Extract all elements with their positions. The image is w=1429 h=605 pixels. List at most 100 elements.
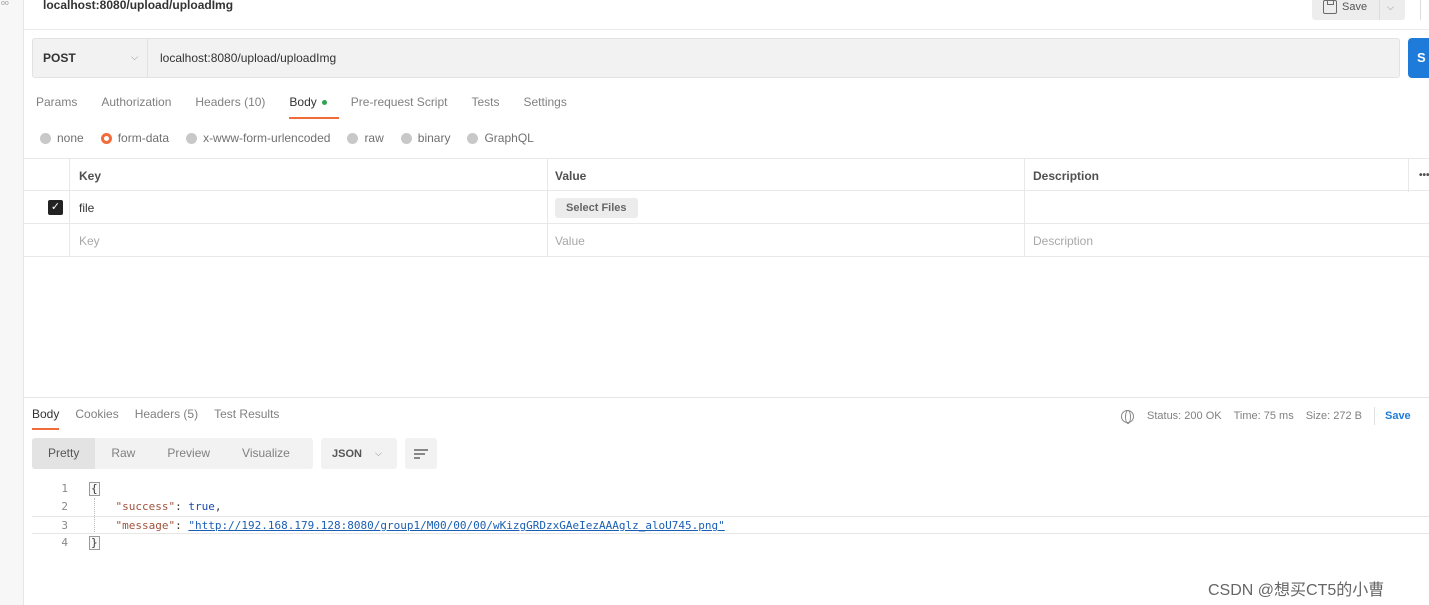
request-tabs: Params Authorization Headers (10) Body P… bbox=[36, 95, 591, 119]
radio-label: form-data bbox=[117, 131, 170, 145]
radio-circle-selected bbox=[100, 132, 112, 144]
response-size[interactable]: Size: 272 B bbox=[1306, 410, 1362, 422]
view-tab-raw[interactable]: Raw bbox=[95, 438, 151, 469]
line-number: 2 bbox=[61, 500, 68, 513]
header-value: Value bbox=[547, 159, 1024, 192]
wrap-icon bbox=[414, 457, 420, 459]
radio-x-www-form-urlencoded[interactable]: x-www-form-urlencoded bbox=[186, 131, 330, 145]
code-line: 2 "success": true, bbox=[32, 498, 1429, 516]
method-label: POST bbox=[43, 51, 76, 65]
floppy-icon bbox=[1323, 0, 1337, 14]
code-text: { bbox=[89, 480, 100, 498]
select-files-button[interactable]: Select Files bbox=[555, 197, 638, 218]
radio-label: x-www-form-urlencoded bbox=[203, 131, 331, 145]
table-row: ✓ file Select Files bbox=[24, 191, 1429, 224]
radio-circle bbox=[186, 132, 198, 144]
save-divider bbox=[1379, 0, 1381, 20]
json-key: "message" bbox=[115, 519, 176, 532]
row-check-cell: ✓ bbox=[24, 191, 69, 224]
radio-graphql[interactable]: GraphQL bbox=[467, 131, 534, 145]
tab-settings[interactable]: Settings bbox=[524, 95, 567, 119]
new-value-input[interactable]: Value bbox=[547, 224, 1024, 257]
radio-circle bbox=[400, 132, 412, 144]
code-text: "success": true, bbox=[115, 500, 222, 513]
response-tab-body[interactable]: Body bbox=[32, 407, 60, 430]
radio-binary[interactable]: binary bbox=[400, 131, 451, 145]
view-tab-visualize[interactable]: Visualize bbox=[226, 438, 306, 469]
line-number: 1 bbox=[61, 482, 68, 495]
code-line: 4 } bbox=[32, 534, 1429, 552]
chevron-down-icon[interactable]: ⌵ bbox=[1387, 2, 1394, 13]
tab-pre-request-script[interactable]: Pre-request Script bbox=[351, 95, 448, 119]
body-indicator-dot bbox=[321, 100, 327, 106]
tab-authorization[interactable]: Authorization bbox=[101, 95, 171, 119]
send-button[interactable]: S bbox=[1408, 38, 1429, 78]
header-description: Description bbox=[1024, 159, 1408, 192]
format-label: JSON bbox=[332, 447, 362, 460]
close-brace: } bbox=[89, 536, 100, 550]
globe-icon[interactable] bbox=[1121, 409, 1134, 424]
chevron-down-icon: ⌵ bbox=[374, 448, 382, 458]
status-divider bbox=[1373, 407, 1375, 425]
more-options-icon[interactable]: ••• bbox=[1408, 159, 1429, 192]
left-rail-label: oo bbox=[1, 0, 9, 7]
radio-raw[interactable]: raw bbox=[347, 131, 384, 145]
method-select[interactable]: POST ⌵ bbox=[33, 39, 148, 77]
radio-label: none bbox=[57, 131, 84, 145]
empty-check-cell bbox=[24, 224, 69, 257]
wrap-icon bbox=[414, 449, 428, 451]
code-line: 1 { bbox=[32, 480, 1429, 498]
tab-body[interactable]: Body bbox=[289, 95, 340, 119]
response-divider[interactable] bbox=[24, 397, 1429, 398]
status-code[interactable]: Status: 200 OK bbox=[1147, 410, 1222, 422]
radio-label: binary bbox=[417, 131, 451, 145]
response-time[interactable]: Time: 75 ms bbox=[1234, 410, 1294, 422]
header-check-cell bbox=[24, 159, 69, 192]
row-key-cell[interactable]: file bbox=[69, 191, 547, 224]
row-checkbox[interactable]: ✓ bbox=[48, 200, 63, 215]
radio-label: raw bbox=[364, 131, 384, 145]
response-tab-test-results[interactable]: Test Results bbox=[214, 407, 279, 430]
request-name[interactable]: localhost:8080/upload/uploadImg bbox=[43, 0, 233, 12]
tab-tests[interactable]: Tests bbox=[471, 95, 499, 119]
row-key: file bbox=[79, 200, 95, 215]
view-tab-preview[interactable]: Preview bbox=[151, 438, 226, 469]
json-url-link[interactable]: "http://192.168.179.128:8080/group1/M00/… bbox=[188, 519, 724, 532]
radio-label: GraphQL bbox=[484, 131, 534, 145]
chevron-down-icon: ⌵ bbox=[131, 52, 138, 62]
response-tab-cookies[interactable]: Cookies bbox=[75, 407, 118, 430]
body-type-radios: none form-data x-www-form-urlencoded raw… bbox=[40, 131, 551, 145]
line-number: 3 bbox=[61, 519, 68, 532]
response-status-bar: Status: 200 OK Time: 75 ms Size: 272 B S… bbox=[1121, 407, 1411, 425]
form-data-table: Key Value Description ••• ✓ file Select … bbox=[24, 158, 1429, 257]
line-number: 4 bbox=[61, 536, 68, 549]
response-code-view[interactable]: 1 { 2 "success": true, 3 "message": "htt… bbox=[32, 480, 1429, 552]
left-rail: oo bbox=[0, 0, 24, 605]
watermark: CSDN @想买CT5的小曹 bbox=[1208, 582, 1385, 599]
format-select[interactable]: JSON ⌵ bbox=[321, 438, 397, 469]
wrap-lines-button[interactable] bbox=[405, 438, 437, 469]
response-tab-headers[interactable]: Headers (5) bbox=[135, 407, 198, 430]
wrap-icon bbox=[414, 453, 425, 455]
open-brace: { bbox=[89, 482, 100, 496]
code-text: "message": "http://192.168.179.128:8080/… bbox=[115, 519, 725, 532]
json-bool: true bbox=[188, 500, 215, 513]
radio-none[interactable]: none bbox=[40, 131, 84, 145]
url-input[interactable] bbox=[160, 51, 1060, 65]
view-tab-pretty[interactable]: Pretty bbox=[32, 438, 96, 469]
new-description-input[interactable]: Description bbox=[1024, 224, 1408, 257]
save-request-button[interactable]: Save ⌵ bbox=[1312, 0, 1405, 20]
table-row-empty: Key Value Description bbox=[24, 224, 1429, 257]
url-bar: POST ⌵ bbox=[32, 38, 1400, 78]
new-key-input[interactable]: Key bbox=[69, 224, 547, 257]
save-response-button[interactable]: Save bbox=[1385, 410, 1411, 422]
radio-form-data[interactable]: form-data bbox=[100, 131, 170, 145]
code-line: 3 "message": "http://192.168.179.128:808… bbox=[32, 516, 1429, 534]
table-header-row: Key Value Description ••• bbox=[24, 158, 1429, 192]
tab-headers[interactable]: Headers (10) bbox=[195, 95, 265, 119]
tab-params[interactable]: Params bbox=[36, 95, 77, 119]
code-text: } bbox=[89, 534, 100, 552]
json-key: "success" bbox=[115, 500, 176, 513]
row-description-cell[interactable] bbox=[1024, 191, 1408, 224]
radio-circle bbox=[467, 132, 479, 144]
